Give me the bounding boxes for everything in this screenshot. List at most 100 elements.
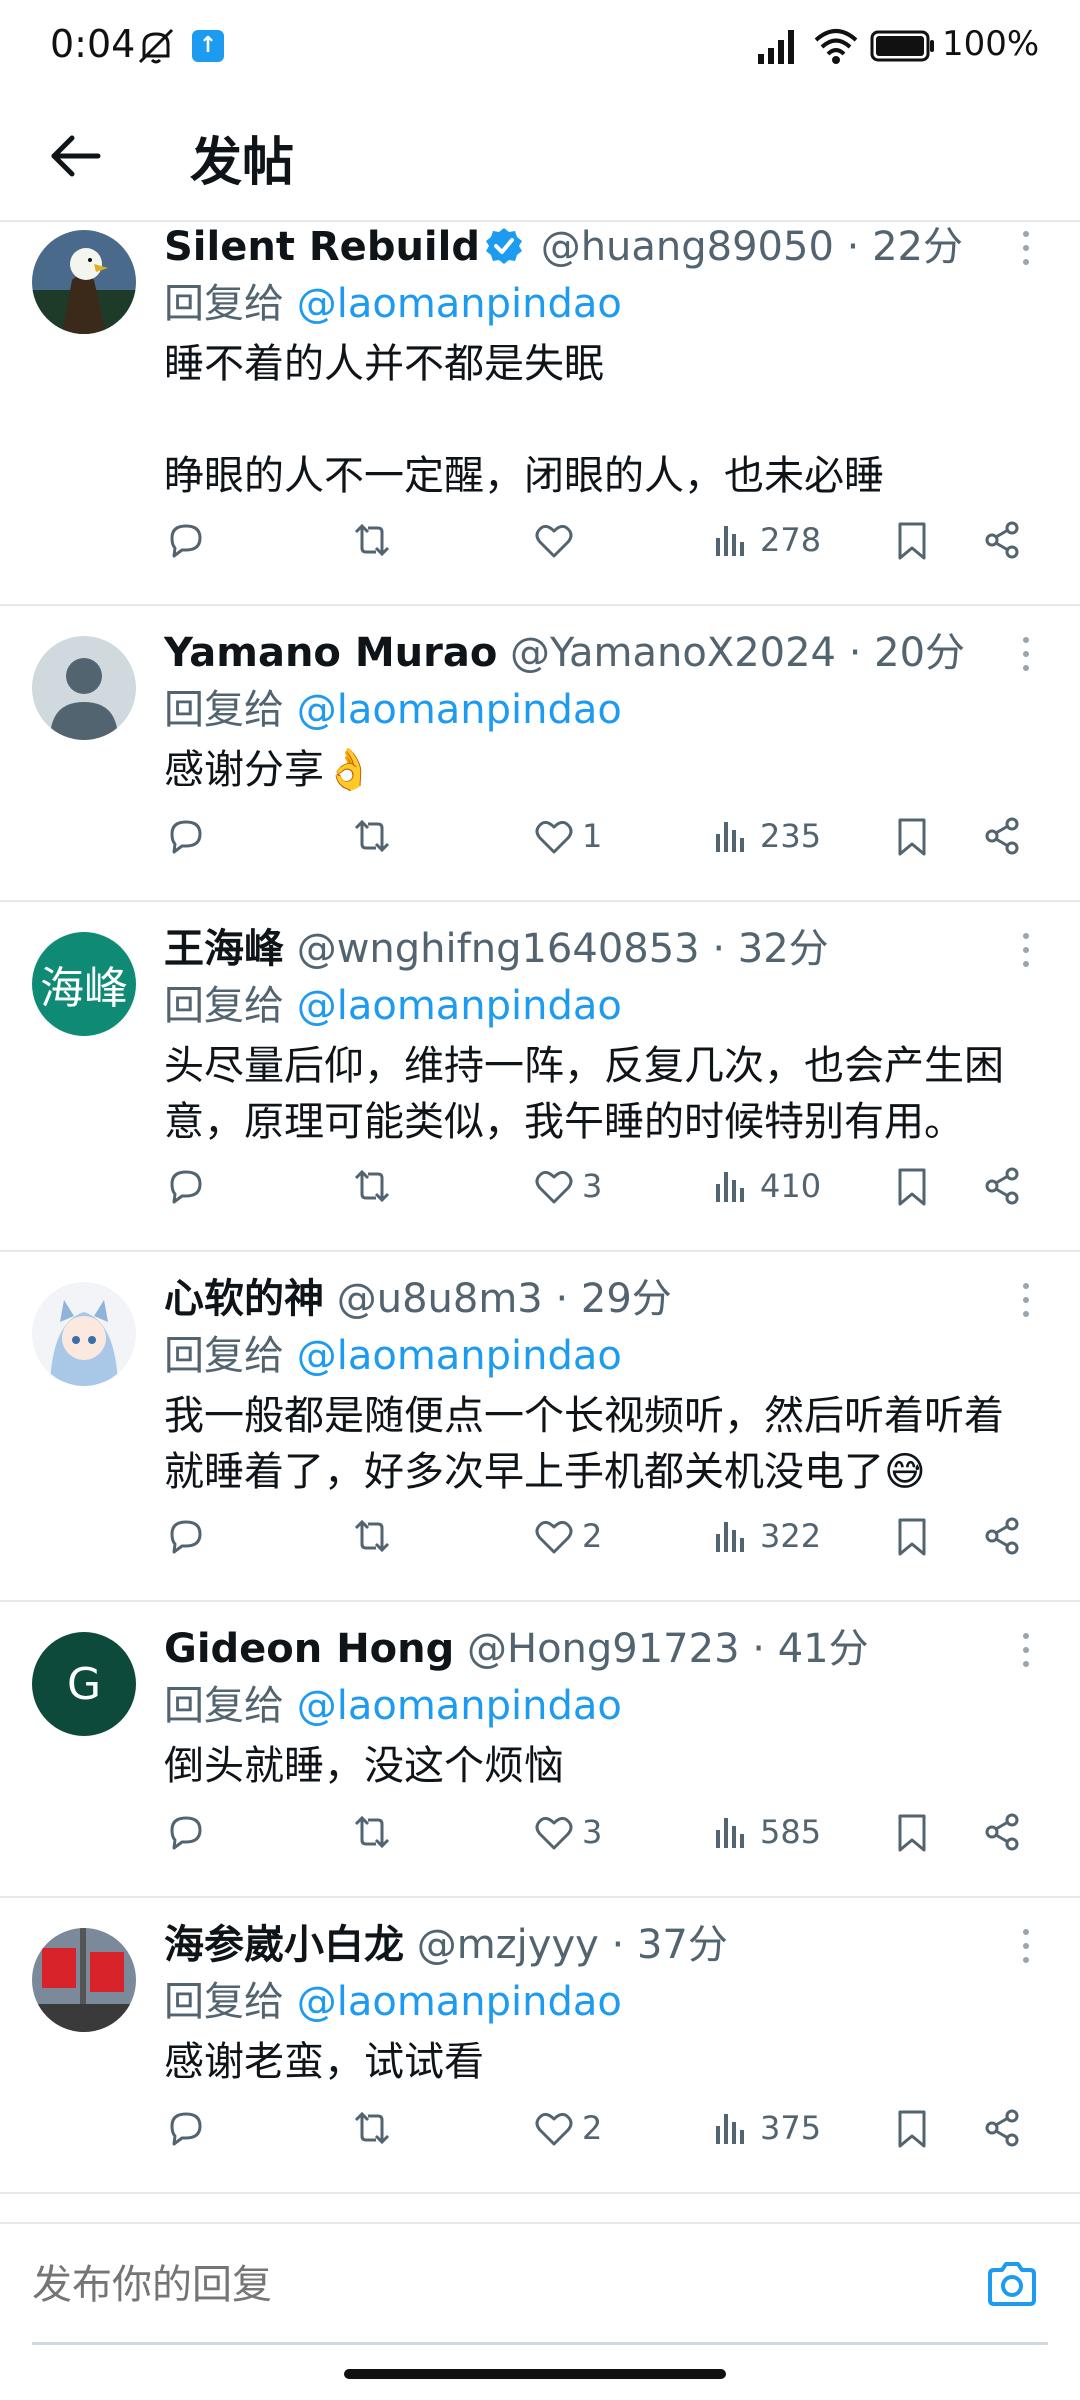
reply-mention-link[interactable]: @laomanpindao (297, 1683, 622, 1729)
author-name[interactable]: 心软的神 (164, 1276, 324, 1322)
reply-mention-link[interactable]: @laomanpindao (297, 687, 622, 733)
author-name[interactable]: Gideon Hong (164, 1626, 454, 1672)
camera-icon[interactable] (984, 2256, 1040, 2312)
share-button[interactable] (980, 1156, 1024, 1216)
author-handle[interactable]: @Hong91723 (467, 1626, 740, 1672)
like-button[interactable]: 3 (532, 1802, 602, 1862)
heart-icon (535, 820, 573, 854)
bookmark-button[interactable] (890, 510, 934, 570)
like-button[interactable] (532, 510, 582, 570)
tweet[interactable]: Silent Rebuild @huang89050 · 22分 回复给 @lao… (0, 224, 1080, 606)
views-button[interactable]: 278 (710, 510, 821, 570)
reply-button[interactable] (164, 806, 208, 866)
share-button[interactable] (980, 2098, 1024, 2158)
heart-icon (535, 524, 573, 558)
share-button[interactable] (980, 1506, 1024, 1566)
bookmark-button[interactable] (890, 1156, 934, 1216)
heart-icon (535, 1816, 573, 1850)
reply-mention-link[interactable]: @laomanpindao (297, 1333, 622, 1379)
author-handle[interactable]: @u8u8m3 (337, 1276, 543, 1322)
reply-button[interactable] (164, 510, 208, 570)
retweet-button[interactable] (350, 806, 394, 866)
author-name[interactable]: Silent Rebuild (164, 224, 480, 270)
views-count: 375 (760, 2109, 822, 2147)
tweet[interactable]: 海峰 王海峰 @wnghifng1640853 · 32分 回复给 @laomanp… (0, 902, 1080, 1252)
tweet[interactable]: G Gideon Hong @Hong91723 · 41分 回复给 @laoman… (0, 1602, 1080, 1898)
like-count: 3 (582, 1813, 603, 1851)
views-count: 278 (760, 521, 822, 559)
separator-dot: · (833, 224, 873, 270)
retweet-button[interactable] (350, 510, 394, 570)
tweet-actions: 278 (0, 510, 1080, 570)
reply-input[interactable] (32, 2262, 932, 2308)
like-count: 2 (582, 1517, 603, 1555)
share-button[interactable] (980, 1802, 1024, 1862)
heart-icon (535, 1520, 573, 1554)
bookmark-button[interactable] (890, 2098, 934, 2158)
author-name[interactable]: 王海峰 (164, 926, 284, 972)
home-indicator[interactable] (344, 2369, 726, 2379)
more-options-icon[interactable] (1020, 1926, 1032, 1966)
views-button[interactable]: 375 (710, 2098, 821, 2158)
retweet-button[interactable] (350, 2098, 394, 2158)
avatar[interactable] (32, 230, 136, 334)
retweet-button[interactable] (350, 1506, 394, 1566)
reply-button[interactable] (164, 2098, 208, 2158)
timestamp: 20分 (874, 630, 966, 676)
separator-dot: · (835, 630, 875, 676)
bookmark-icon (898, 1518, 926, 1556)
like-button[interactable]: 2 (532, 2098, 602, 2158)
author-name[interactable]: Yamano Murao (164, 630, 497, 676)
author-handle[interactable]: @wnghifng1640853 (297, 926, 700, 972)
like-button[interactable]: 1 (532, 806, 602, 866)
share-button[interactable] (980, 806, 1024, 866)
bookmark-button[interactable] (890, 1506, 934, 1566)
more-options-icon[interactable] (1020, 1280, 1032, 1320)
reply-icon (170, 1816, 202, 1850)
reply-to-line: 回复给 @laomanpindao (164, 1330, 622, 1382)
views-button[interactable]: 322 (710, 1506, 821, 1566)
share-button[interactable] (980, 510, 1024, 570)
tweet[interactable]: Yamano Murao @YamanoX2024 · 20分 回复给 @laom… (0, 606, 1080, 902)
author-name[interactable]: 海参崴小白龙 (164, 1922, 404, 1968)
like-count: 3 (582, 1167, 603, 1205)
more-options-icon[interactable] (1020, 930, 1032, 970)
views-button[interactable]: 235 (710, 806, 821, 866)
retweet-button[interactable] (350, 1156, 394, 1216)
reply-prefix: 回复给 (164, 1979, 284, 2025)
like-count: 1 (582, 817, 603, 855)
tweet[interactable]: 心软的神 @u8u8m3 · 29分 回复给 @laomanpindao 我一般都是… (0, 1252, 1080, 1602)
avatar[interactable]: G (32, 1632, 136, 1736)
more-options-icon[interactable] (1020, 228, 1032, 268)
author-handle[interactable]: @huang89050 (541, 224, 834, 270)
more-options-icon[interactable] (1020, 634, 1032, 674)
reply-icon (170, 2112, 202, 2146)
views-button[interactable]: 410 (710, 1156, 821, 1216)
status-time: 0:04 (50, 22, 136, 66)
retweet-icon (354, 1815, 390, 1849)
tweet[interactable]: 海参崴小白龙 @mzjyyy · 37分 回复给 @laomanpindao 感谢老… (0, 1898, 1080, 2194)
reply-mention-link[interactable]: @laomanpindao (297, 1979, 622, 2025)
arrow-left-icon[interactable] (44, 124, 108, 188)
author-handle[interactable]: @YamanoX2024 (510, 630, 836, 676)
reply-button[interactable] (164, 1156, 208, 1216)
avatar[interactable]: 海峰 (32, 932, 136, 1036)
bookmark-button[interactable] (890, 1802, 934, 1862)
reply-mention-link[interactable]: @laomanpindao (297, 983, 622, 1029)
like-button[interactable]: 3 (532, 1156, 602, 1216)
avatar[interactable] (32, 1928, 136, 2032)
reply-to-line: 回复给 @laomanpindao (164, 1976, 622, 2028)
avatar[interactable] (32, 636, 136, 740)
reply-mention-link[interactable]: @laomanpindao (297, 281, 622, 327)
avatar[interactable] (32, 1282, 136, 1386)
bookmark-button[interactable] (890, 806, 934, 866)
more-options-icon[interactable] (1020, 1630, 1032, 1670)
timestamp: 41分 (777, 1626, 869, 1672)
reply-button[interactable] (164, 1802, 208, 1862)
retweet-icon (354, 523, 390, 557)
like-button[interactable]: 2 (532, 1506, 602, 1566)
author-handle[interactable]: @mzjyyy (417, 1922, 599, 1968)
retweet-button[interactable] (350, 1802, 394, 1862)
reply-button[interactable] (164, 1506, 208, 1566)
views-button[interactable]: 585 (710, 1802, 821, 1862)
